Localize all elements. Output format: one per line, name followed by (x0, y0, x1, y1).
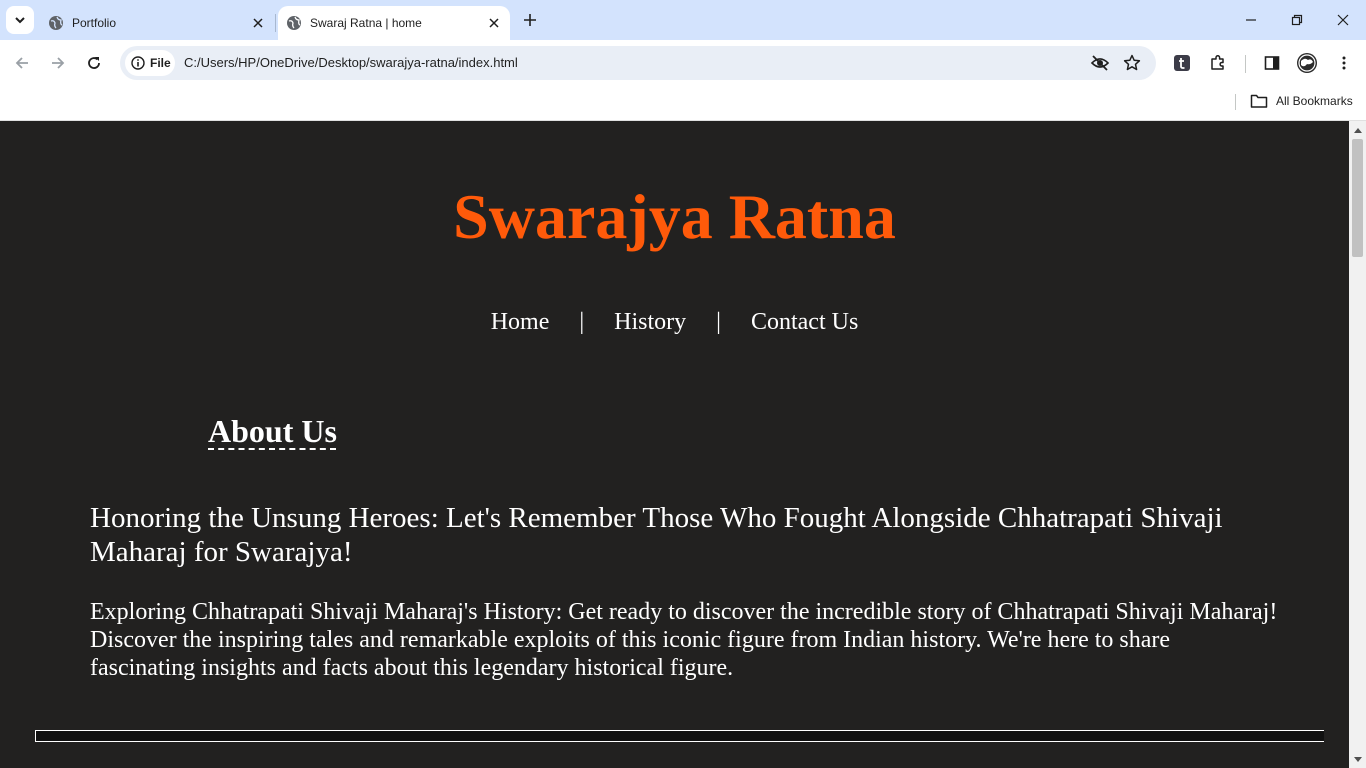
scrollbar-thumb[interactable] (1352, 139, 1363, 257)
more-vert-icon (1342, 56, 1346, 70)
tab-title: Swaraj Ratna | home (310, 16, 422, 30)
side-panel-icon (1264, 56, 1280, 70)
restore-icon (1291, 14, 1303, 26)
forward-button[interactable] (44, 49, 72, 77)
avatar-icon (1297, 53, 1317, 73)
tab-portfolio[interactable]: Portfolio (40, 6, 274, 40)
toolbar-divider (1245, 55, 1246, 73)
nav-contact-link[interactable]: Contact Us (751, 307, 858, 337)
minimize-icon (1246, 19, 1256, 21)
browser-toolbar: File C:/Users/HP/OneDrive/Desktop/swaraj… (0, 40, 1366, 86)
side-panel-button[interactable] (1258, 49, 1286, 77)
tab-swaraj-ratna[interactable]: Swaraj Ratna | home (278, 6, 510, 40)
next-heading-fragment: ​ (600, 761, 720, 768)
tab-divider (275, 14, 276, 32)
bookmark-star-icon[interactable] (1120, 51, 1144, 75)
extension-t-button[interactable] (1168, 49, 1196, 77)
nav-history-link[interactable]: History (614, 307, 686, 337)
reload-button[interactable] (80, 49, 108, 77)
close-tab-icon[interactable] (484, 13, 504, 33)
triangle-up-icon (1353, 127, 1362, 133)
about-heading: About Us (208, 413, 337, 449)
folder-icon (1250, 93, 1268, 109)
nav-separator: | (716, 309, 721, 335)
tab-title: Portfolio (72, 16, 117, 30)
info-icon (131, 56, 145, 70)
address-bar[interactable]: File C:/Users/HP/OneDrive/Desktop/swaraj… (120, 46, 1156, 80)
tumblr-extension-icon (1174, 55, 1190, 71)
all-bookmarks-button[interactable]: All Bookmarks (1250, 90, 1353, 112)
globe-icon (286, 15, 302, 31)
restore-button[interactable] (1274, 0, 1320, 40)
bookmarks-divider (1235, 94, 1236, 110)
extensions-button[interactable] (1204, 49, 1232, 77)
reload-icon (88, 57, 100, 69)
page-scrollbar[interactable] (1349, 121, 1366, 768)
close-window-button[interactable] (1320, 0, 1366, 40)
bookmarks-bar: All Bookmarks (0, 86, 1366, 121)
chevron-down-icon (15, 17, 25, 24)
site-chip-label: File (150, 56, 171, 70)
arrow-right-icon (52, 57, 65, 69)
site-info-chip[interactable]: File (125, 50, 175, 76)
section-divider (35, 730, 1324, 742)
arrow-left-icon (15, 57, 28, 69)
all-bookmarks-label: All Bookmarks (1276, 94, 1353, 108)
profile-button[interactable] (1293, 49, 1321, 77)
close-tab-icon[interactable] (248, 13, 268, 33)
plus-icon (524, 14, 536, 26)
scroll-down-arrow[interactable] (1349, 751, 1366, 768)
site-title: Swarajya Ratna (453, 181, 896, 252)
body-text: Exploring Chhatrapati Shivaji Maharaj's … (90, 599, 1278, 681)
web-page: Swarajya Ratna Home | History | Contact … (0, 121, 1349, 768)
url-text[interactable]: C:/Users/HP/OneDrive/Desktop/swarajya-ra… (184, 55, 518, 70)
eye-off-icon[interactable] (1088, 51, 1112, 75)
main-nav: Home | History | Contact Us (0, 307, 1349, 337)
close-icon (1337, 14, 1349, 26)
back-button[interactable] (8, 49, 36, 77)
new-tab-button[interactable] (518, 8, 542, 32)
globe-icon (48, 15, 64, 31)
nav-home-link[interactable]: Home (491, 307, 550, 337)
tab-strip: Portfolio Swaraj Ratna | home (0, 0, 1366, 40)
scroll-up-arrow[interactable] (1349, 121, 1366, 138)
tab-search-button[interactable] (6, 6, 34, 34)
next-heading-peek: ​ (600, 759, 720, 768)
menu-button[interactable] (1330, 49, 1358, 77)
minimize-button[interactable] (1228, 0, 1274, 40)
nav-separator: | (579, 309, 585, 335)
lead-text: Honoring the Unsung Heroes: Let's Rememb… (90, 502, 1223, 568)
puzzle-icon (1211, 54, 1224, 70)
triangle-down-icon (1353, 756, 1362, 762)
